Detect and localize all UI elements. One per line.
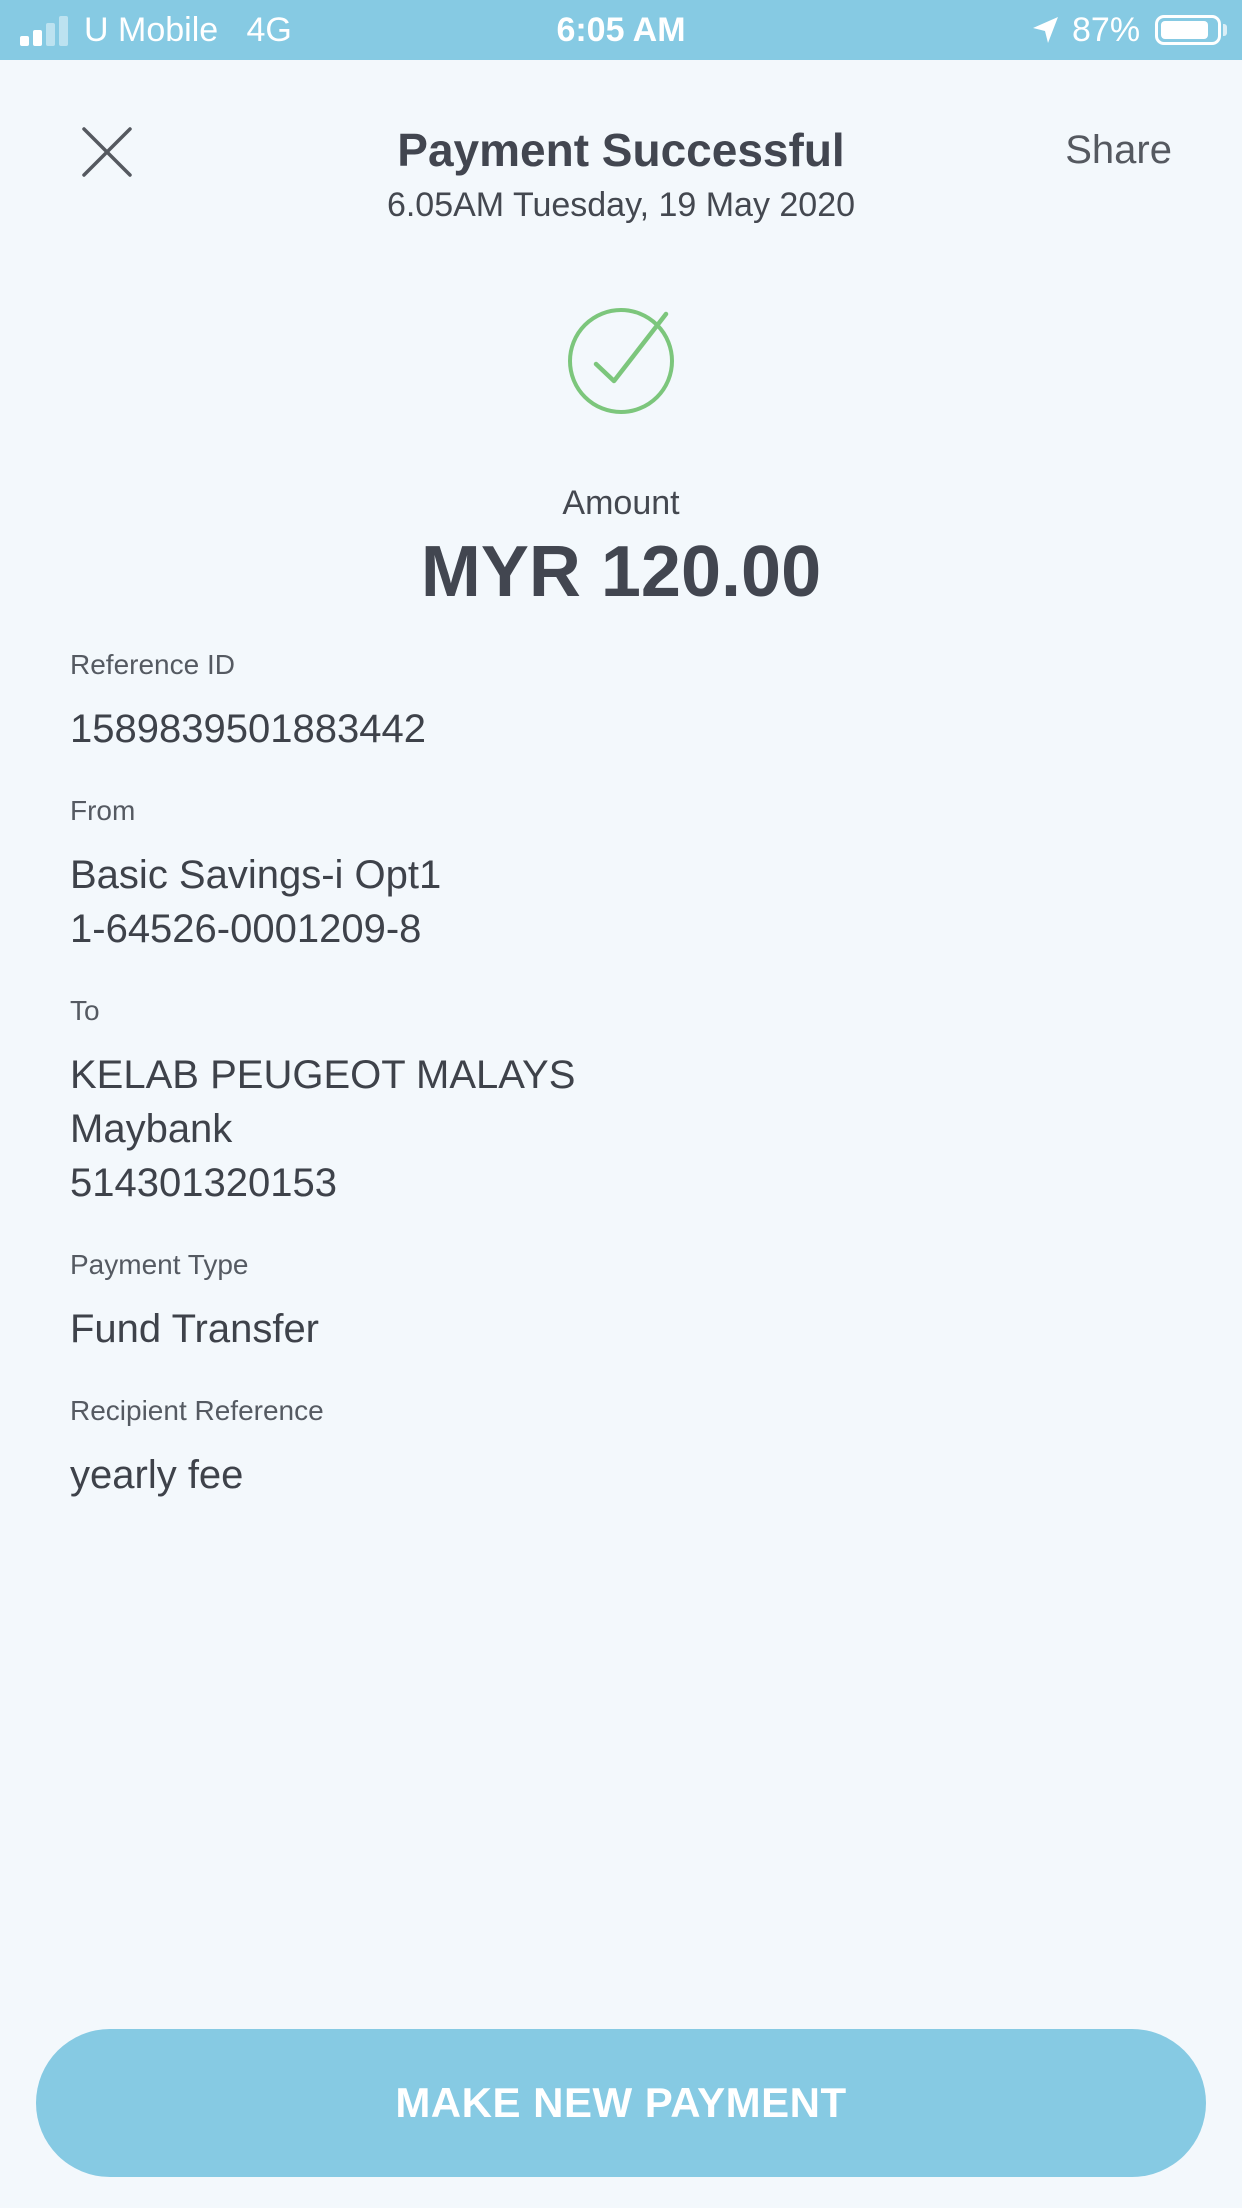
reference-id-label: Reference ID [70,649,235,680]
transaction-datetime: 6.05AM Tuesday, 19 May 2020 [386,186,856,224]
transaction-details: Reference ID 1589839501883442 From Basic… [70,646,1170,1538]
to-label: To [70,995,100,1026]
payment-type-section: Payment Type Fund Transfer [70,1246,1170,1356]
check-circle-icon [568,308,674,414]
status-bar: U Mobile 4G 6:05 AM 87% [0,0,1242,60]
amount-value: MYR 120.00 [420,532,822,612]
page-title: Payment Successful [397,124,845,176]
reference-id-section: Reference ID 1589839501883442 [70,646,1170,756]
payment-type-value: Fund Transfer [70,1307,320,1351]
reference-id-value: 1589839501883442 [70,707,426,751]
from-account-name: Basic Savings-i Opt1 [70,853,442,897]
recipient-reference-value: yearly fee [70,1453,244,1497]
recipient-reference-label: Recipient Reference [70,1395,324,1426]
battery-tip [1223,24,1227,36]
to-account-number: 514301320153 [70,1161,337,1205]
share-button[interactable]: Share [1065,126,1172,174]
recipient-reference-section: Recipient Reference yearly fee [70,1392,1170,1502]
to-recipient-name: KELAB PEUGEOT MALAYS [70,1053,576,1097]
from-label: From [70,795,136,826]
battery-icon [1155,15,1221,45]
to-section: To KELAB PEUGEOT MALAYS Maybank 51430132… [70,992,1170,1210]
payment-type-label: Payment Type [70,1249,249,1280]
location-arrow-icon [1033,17,1058,43]
from-account-number: 1-64526-0001209-8 [70,907,422,951]
amount-label: Amount [562,484,680,522]
make-new-payment-button[interactable]: MAKE NEW PAYMENT [36,2029,1206,2177]
battery-percent: 87% [1072,11,1141,49]
to-bank-name: Maybank [70,1107,233,1151]
from-section: From Basic Savings-i Opt1 1-64526-000120… [70,792,1170,956]
